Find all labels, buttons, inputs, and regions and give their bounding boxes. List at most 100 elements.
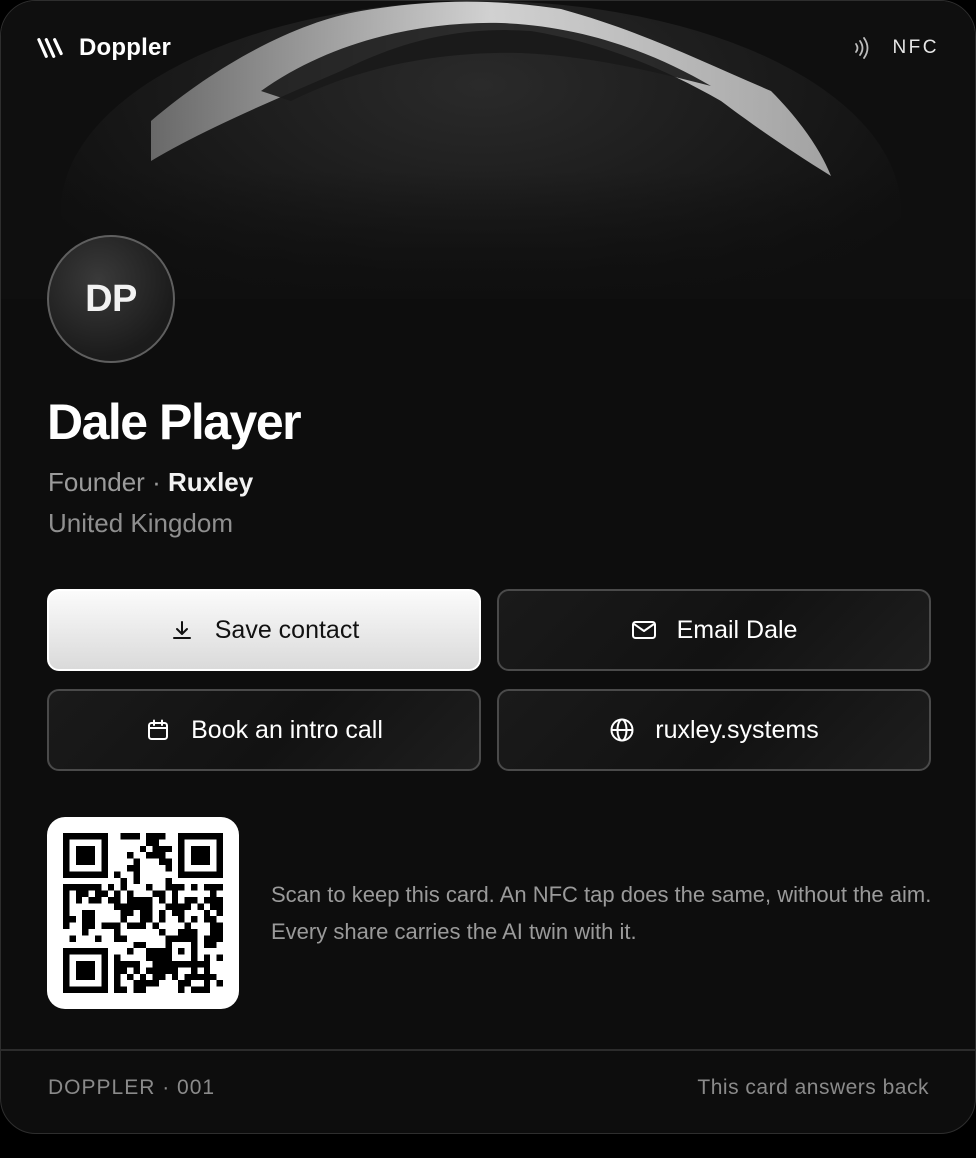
qr-module [165, 858, 172, 865]
qr-module [197, 903, 204, 910]
qr-module [159, 897, 166, 904]
qr-module [216, 903, 223, 910]
qr-module [171, 884, 179, 891]
qr-module [107, 922, 115, 929]
qr-module [191, 852, 198, 859]
qr-module [63, 858, 70, 865]
qr-module [184, 929, 191, 936]
qr-module [114, 922, 121, 929]
qr-module [82, 967, 89, 974]
qr-module [203, 973, 211, 981]
qr-module [63, 865, 70, 872]
qr-module [171, 973, 179, 981]
qr-module [216, 865, 223, 872]
qr-module [63, 897, 70, 904]
qr-module [197, 833, 204, 840]
qr-module [216, 909, 223, 917]
qr-module [159, 833, 166, 840]
qr-module [178, 916, 185, 923]
qr-module [146, 916, 153, 923]
qr-module [159, 967, 166, 974]
qr-module [152, 973, 159, 981]
qr-module [178, 858, 185, 865]
qr-module [171, 890, 179, 897]
qr-module [63, 890, 70, 897]
qr-module [178, 845, 185, 853]
qr-module [75, 845, 83, 853]
globe-icon [609, 717, 635, 743]
profile-location: United Kingdom [48, 508, 233, 538]
qr-module [210, 922, 217, 929]
qr-module [191, 973, 198, 981]
qr-module [165, 961, 172, 968]
qr-module [159, 845, 166, 853]
qr-module [184, 961, 191, 968]
qr-module [146, 967, 153, 974]
qr-module [75, 884, 83, 891]
qr-module [203, 986, 211, 993]
qr-module [101, 954, 108, 961]
qr-module [216, 922, 223, 929]
qr-module [184, 903, 191, 910]
qr-module [178, 871, 185, 878]
qr-module [165, 845, 172, 853]
qr-module [63, 871, 70, 878]
qr-module [95, 935, 102, 942]
qr-module [63, 903, 70, 910]
qr-module [69, 986, 76, 993]
qr-module [82, 845, 89, 853]
qr-module [95, 871, 102, 878]
qr-module [75, 973, 83, 981]
business-card: Doppler NFC DP Dale Player Founder · Rux… [0, 0, 976, 1134]
qr-module [146, 833, 153, 840]
save-contact-button[interactable]: Save contact [47, 589, 481, 671]
qr-module [139, 973, 147, 981]
qr-module [107, 884, 115, 891]
qr-module [159, 929, 166, 936]
qr-module [127, 948, 134, 955]
brand-name: Doppler [79, 34, 172, 61]
qr-module [165, 948, 172, 955]
website-link-button[interactable]: ruxley.systems [497, 689, 931, 771]
qr-code[interactable] [47, 817, 239, 1009]
qr-module [88, 961, 95, 968]
qr-module [139, 941, 147, 949]
qr-module [88, 986, 95, 993]
qr-module [127, 903, 134, 910]
qr-module [146, 884, 153, 891]
qr-module [101, 865, 108, 872]
qr-module [88, 845, 95, 853]
qr-module [127, 852, 134, 859]
qr-module [165, 877, 172, 885]
qr-module [178, 865, 185, 872]
qr-module [133, 871, 140, 878]
qr-module [88, 916, 95, 923]
qr-module [120, 935, 127, 942]
qr-module [216, 852, 223, 859]
qr-module [95, 890, 102, 897]
qr-module [216, 929, 223, 936]
qr-module [114, 903, 121, 910]
qr-module [191, 916, 198, 923]
qr-module [82, 929, 89, 936]
qr-module [184, 980, 191, 987]
qr-module [178, 833, 185, 840]
qr-module [203, 858, 211, 865]
book-intro-call-button[interactable]: Book an intro call [47, 689, 481, 771]
qr-module [178, 935, 185, 942]
qr-module [75, 897, 83, 904]
qr-module [152, 852, 159, 859]
email-label: Email Dale [676, 615, 798, 644]
qr-module [203, 967, 211, 974]
email-button[interactable]: Email Dale [497, 589, 931, 671]
qr-module [82, 871, 89, 878]
qr-module [69, 916, 76, 923]
qr-module [88, 948, 95, 955]
qr-module [82, 884, 89, 891]
qr-module [178, 852, 185, 859]
qr-module [75, 858, 83, 865]
qr-module [133, 961, 140, 968]
qr-module [82, 890, 89, 897]
qr-module [88, 967, 95, 974]
qr-module [152, 922, 159, 929]
